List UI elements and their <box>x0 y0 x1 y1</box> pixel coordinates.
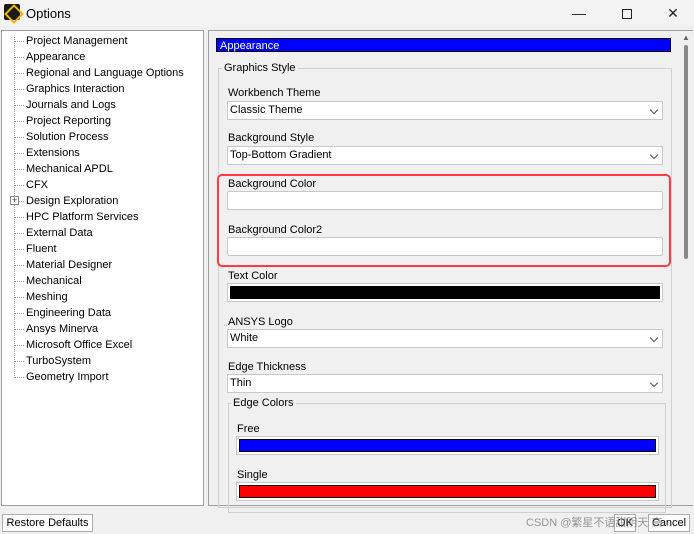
edge-colors-label: Edge Colors <box>231 397 296 409</box>
tree-connector-line <box>14 105 24 106</box>
chevron-down-icon <box>649 105 659 115</box>
tree-item[interactable]: Engineering Data <box>26 305 111 321</box>
edge-single-color-swatch <box>239 485 656 498</box>
ansys-logo-value: White <box>230 332 259 344</box>
tree-item[interactable]: Mechanical <box>26 273 82 289</box>
close-button[interactable]: ✕ <box>650 0 694 26</box>
edge-single-color-picker[interactable] <box>236 482 659 501</box>
tree-item[interactable]: CFX <box>26 177 48 193</box>
ansys-logo-label: ANSYS Logo <box>228 316 293 328</box>
minimize-button[interactable]: — <box>556 0 602 26</box>
tree-connector-line <box>14 361 24 362</box>
tree-connector-line <box>14 345 24 346</box>
tree-item[interactable]: Appearance <box>26 49 85 65</box>
tree-item[interactable]: Microsoft Office Excel <box>26 337 132 353</box>
tree-item[interactable]: Graphics Interaction <box>26 81 124 97</box>
watermark-text: CSDN @繁星不语甜阴天 高... <box>526 517 672 529</box>
edge-thickness-label: Edge Thickness <box>228 361 307 373</box>
expand-icon[interactable]: + <box>10 196 19 205</box>
edge-free-color-swatch <box>239 439 656 452</box>
tree-item[interactable]: External Data <box>26 225 93 241</box>
tree-connector-line <box>14 153 24 154</box>
tree-connector-line <box>14 41 24 42</box>
edge-thickness-value: Thin <box>230 377 252 389</box>
tree-connector-line <box>14 185 24 186</box>
highlight-box <box>217 174 671 267</box>
background-style-dropdown[interactable]: Top-Bottom Gradient <box>227 146 663 165</box>
tree-connector-line <box>14 329 24 330</box>
workbench-theme-dropdown[interactable]: Classic Theme <box>227 101 663 120</box>
window-title: Options <box>26 6 71 21</box>
background-style-label: Background Style <box>228 132 315 144</box>
tree-connector-line <box>14 313 24 314</box>
maximize-icon <box>622 9 632 20</box>
tree-connector-line <box>14 169 24 170</box>
text-color-picker[interactable] <box>227 283 663 302</box>
chevron-down-icon <box>649 333 659 343</box>
tree-item[interactable]: Solution Process <box>26 129 109 145</box>
tree-item[interactable]: HPC Platform Services <box>26 209 138 225</box>
edge-single-label: Single <box>237 469 268 481</box>
tree-connector-line <box>14 281 24 282</box>
tree-connector-line <box>14 89 24 90</box>
chevron-down-icon <box>649 150 659 160</box>
title-bar: Options — ✕ <box>0 0 694 26</box>
tree-item[interactable]: Mechanical APDL <box>26 161 113 177</box>
tree-item[interactable]: TurboSystem <box>26 353 91 369</box>
workbench-theme-label: Workbench Theme <box>228 87 321 99</box>
tree-connector-line <box>14 121 24 122</box>
vertical-scrollbar[interactable]: ▲ <box>679 31 693 505</box>
tree-item[interactable]: Ansys Minerva <box>26 321 98 337</box>
options-tree: Project Management Appearance Regional and… <box>1 30 204 506</box>
edge-thickness-dropdown[interactable]: Thin <box>227 374 663 393</box>
tree-item[interactable]: Meshing <box>26 289 68 305</box>
tree-item[interactable]: Extensions <box>26 145 80 161</box>
tree-connector-line <box>14 297 24 298</box>
section-header-appearance: Appearance <box>216 38 671 52</box>
restore-defaults-button[interactable]: Restore Defaults <box>2 514 93 532</box>
tree-connector-line <box>14 233 24 234</box>
tree-item[interactable]: Material Designer <box>26 257 112 273</box>
tree-connector-line <box>14 73 24 74</box>
tree-connector-line <box>14 217 24 218</box>
tree-item[interactable]: Regional and Language Options <box>26 65 184 81</box>
options-panel: Appearance Graphics Style Workbench Them… <box>208 30 693 513</box>
tree-item[interactable]: Project Reporting <box>26 113 111 129</box>
tree-item[interactable]: Design Exploration <box>26 193 118 209</box>
tree-item[interactable]: Journals and Logs <box>26 97 116 113</box>
tree-connector-line <box>14 377 24 378</box>
background-style-value: Top-Bottom Gradient <box>230 149 332 161</box>
maximize-button[interactable] <box>604 0 650 26</box>
tree-item[interactable]: Fluent <box>26 241 57 257</box>
tree-connector-line <box>14 57 24 58</box>
edge-free-color-picker[interactable] <box>236 436 659 455</box>
graphics-style-label: Graphics Style <box>222 62 298 74</box>
ansys-app-icon <box>4 4 20 20</box>
text-color-label: Text Color <box>228 270 278 282</box>
text-color-swatch <box>230 286 660 299</box>
scroll-thumb[interactable] <box>684 45 688 259</box>
workbench-theme-value: Classic Theme <box>230 104 303 116</box>
tree-item[interactable]: Geometry Import <box>26 369 109 385</box>
ansys-logo-dropdown[interactable]: White <box>227 329 663 348</box>
chevron-down-icon <box>649 378 659 388</box>
tree-connector-line <box>14 137 24 138</box>
scroll-up-icon[interactable]: ▲ <box>681 33 691 43</box>
tree-item[interactable]: Project Management <box>26 33 128 49</box>
edge-free-label: Free <box>237 423 260 435</box>
tree-connector-line <box>14 265 24 266</box>
tree-connector-line <box>14 249 24 250</box>
